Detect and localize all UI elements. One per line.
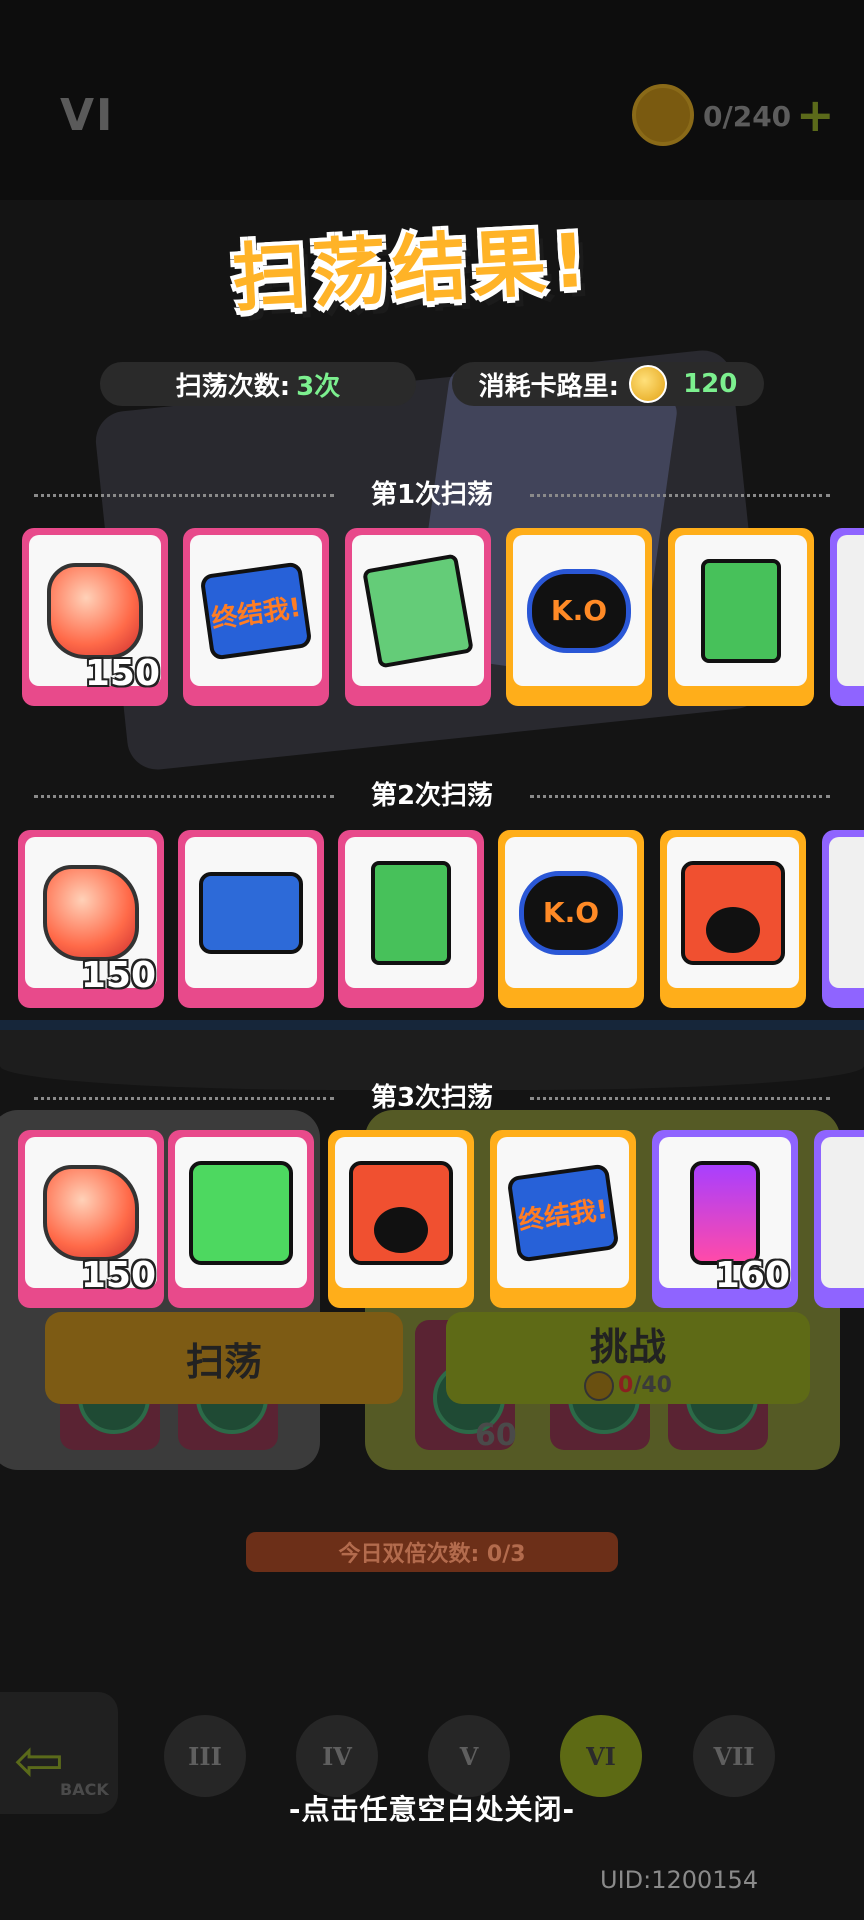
gem-icon xyxy=(43,1164,139,1261)
bg-qty: 60 xyxy=(475,1418,517,1453)
reward-row: 150 K.O xyxy=(0,830,864,1020)
reward-card[interactable] xyxy=(178,830,324,1008)
reward-card[interactable]: 终结我! xyxy=(490,1130,636,1308)
calorie-cost-value: 120 xyxy=(683,369,738,399)
reward-card-face xyxy=(837,535,864,686)
reward-card-face xyxy=(667,837,799,988)
sticker-box-icon xyxy=(701,558,781,663)
calorie-coin-icon xyxy=(632,84,694,146)
reward-card-face: 终结我! xyxy=(497,1137,629,1288)
reward-card[interactable]: 终结我! xyxy=(183,528,329,706)
reward-card-face: 终结我! xyxy=(190,535,322,686)
reward-card-face xyxy=(829,837,864,988)
reward-card[interactable] xyxy=(660,830,806,1008)
calorie-coin-icon xyxy=(584,1370,615,1401)
gem-icon xyxy=(43,864,139,961)
close-hint[interactable]: -点击任意空白处关闭- xyxy=(0,1788,864,1828)
reward-card-face xyxy=(335,1137,467,1288)
reward-card[interactable] xyxy=(668,528,814,706)
reward-card[interactable] xyxy=(345,528,491,706)
stage-button-iv[interactable]: IV xyxy=(296,1715,378,1797)
gem-icon xyxy=(47,562,143,659)
reward-card[interactable]: 150 xyxy=(18,1130,164,1308)
sticker-ko-icon: K.O xyxy=(527,568,631,653)
calorie-count: 0/240 xyxy=(703,100,792,133)
reward-quantity: 150 xyxy=(80,1255,156,1296)
reward-row: 150 终结我! 160 xyxy=(0,1130,864,1320)
spray-can-icon xyxy=(690,1160,760,1265)
sticker-welcome-icon xyxy=(189,1160,293,1265)
divider xyxy=(34,494,334,497)
arrow-left-icon: ⇦ xyxy=(14,1726,65,1796)
challenge-cost-total: /40 xyxy=(633,1373,672,1398)
sticker-blue-icon: 终结我! xyxy=(506,1162,620,1263)
stage-title: VI xyxy=(60,90,115,141)
reward-card-face xyxy=(352,535,484,686)
sweep-times-value: 3次 xyxy=(296,371,341,402)
bomb-icon xyxy=(706,906,760,953)
reward-card-face xyxy=(175,1137,307,1288)
result-title: 扫荡结果! xyxy=(230,217,595,323)
reward-card-face xyxy=(185,837,317,988)
reward-card-face: K.O xyxy=(505,837,637,988)
stage-button-iii[interactable]: III xyxy=(164,1715,246,1797)
divider xyxy=(34,1097,334,1100)
divider xyxy=(34,795,334,798)
sweep-title-text: 第2次扫荡 xyxy=(370,781,494,811)
reward-quantity: 160 xyxy=(714,1255,790,1296)
add-calorie-button[interactable]: + xyxy=(796,88,835,142)
reward-card[interactable] xyxy=(168,1130,314,1308)
sticker-ko-icon: K.O xyxy=(519,870,623,955)
stage-button-v[interactable]: V xyxy=(428,1715,510,1797)
sticker-green-icon xyxy=(362,552,474,669)
reward-card-partial xyxy=(830,528,864,706)
sticker-fire-icon xyxy=(681,860,785,965)
sticker-mole-icon xyxy=(199,871,303,954)
user-id: UID:1200154 xyxy=(600,1866,759,1894)
calorie-cost-pill: 消耗卡路里: 120 xyxy=(452,362,764,406)
sweep-section-title: 第1次扫荡 xyxy=(0,474,864,511)
reward-card-face: K.O xyxy=(513,535,645,686)
reward-card[interactable]: 160 xyxy=(652,1130,798,1308)
sweep-times-pill: 扫荡次数: 3次 xyxy=(100,362,416,406)
stage-button-vi[interactable]: VI xyxy=(560,1715,642,1797)
reward-card[interactable]: 150 xyxy=(18,830,164,1008)
reward-quantity: 150 xyxy=(80,955,156,996)
reward-card[interactable] xyxy=(338,830,484,1008)
reward-card-face xyxy=(675,535,807,686)
divider xyxy=(530,494,830,497)
reward-card[interactable] xyxy=(328,1130,474,1308)
sweep-button[interactable]: 扫荡 xyxy=(45,1312,403,1404)
sticker-box-icon xyxy=(371,860,451,965)
calorie-coin-icon xyxy=(629,365,668,403)
divider xyxy=(530,1097,830,1100)
calorie-cost-label: 消耗卡路里: xyxy=(478,371,620,402)
challenge-cost: 0 /40 xyxy=(584,1370,672,1401)
challenge-cost-current: 0 xyxy=(618,1373,634,1398)
reward-card-face xyxy=(821,1137,864,1288)
reward-quantity: 150 xyxy=(84,653,160,694)
reward-card-partial xyxy=(814,1130,864,1308)
sticker-blue-icon: 终结我! xyxy=(199,560,313,661)
challenge-label: 挑战 xyxy=(589,1324,666,1369)
challenge-button[interactable]: 挑战 0 /40 xyxy=(446,1312,810,1404)
sticker-fire-icon xyxy=(349,1160,453,1265)
reward-card-face xyxy=(345,837,477,988)
reward-card[interactable]: K.O xyxy=(506,528,652,706)
reward-row: 150 终结我! K.O xyxy=(0,528,864,718)
reward-card-partial xyxy=(822,830,864,1008)
divider xyxy=(530,795,830,798)
stage-button-vii[interactable]: VII xyxy=(693,1715,775,1797)
reward-card[interactable]: 150 xyxy=(22,528,168,706)
sweep-title-text: 第1次扫荡 xyxy=(370,480,494,510)
sweep-section-title: 第3次扫荡 xyxy=(0,1077,864,1114)
bomb-icon xyxy=(374,1206,428,1253)
sweep-section-title: 第2次扫荡 xyxy=(0,775,864,812)
reward-card[interactable]: K.O xyxy=(498,830,644,1008)
double-count-bar: 今日双倍次数: 0/3 xyxy=(246,1532,618,1572)
sweep-times-label: 扫荡次数: xyxy=(175,371,291,402)
sweep-title-text: 第3次扫荡 xyxy=(370,1083,494,1113)
